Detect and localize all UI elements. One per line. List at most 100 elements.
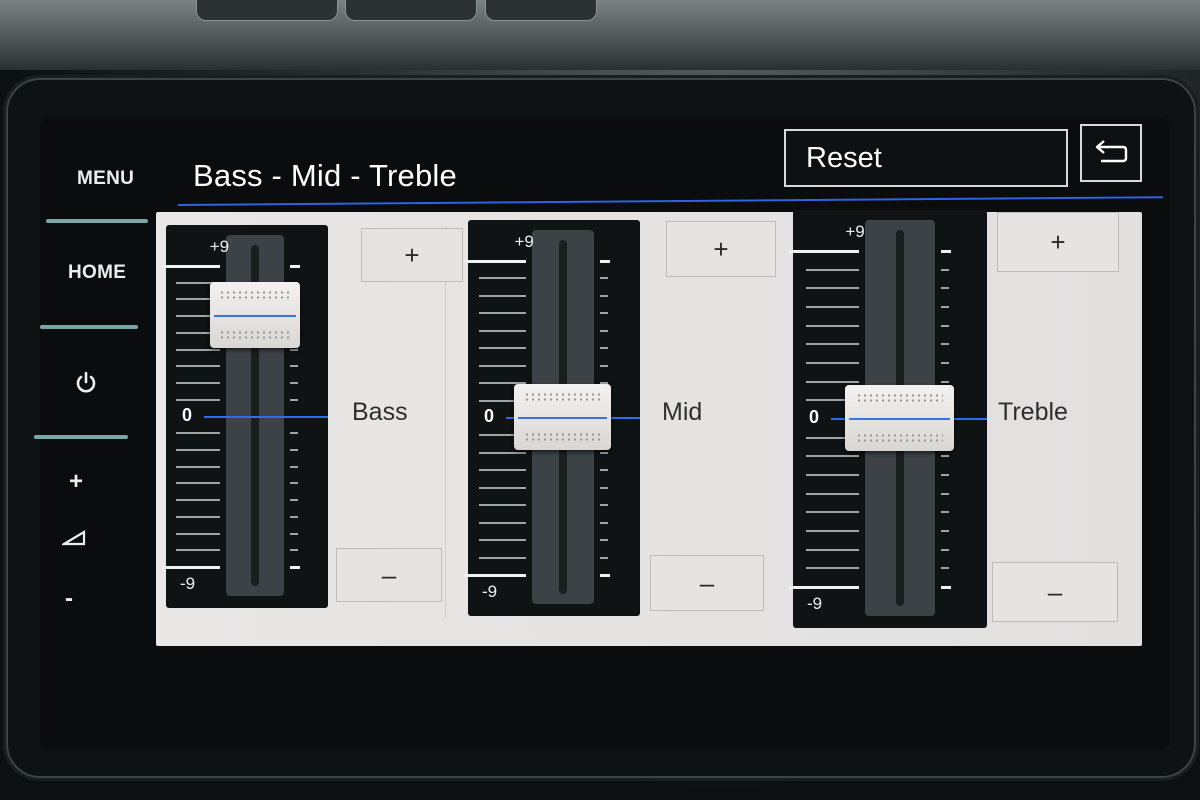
power-button[interactable] — [73, 370, 99, 402]
scale-tick — [479, 556, 526, 559]
scale-tick — [479, 539, 526, 542]
scale-min-label: -9 — [180, 574, 196, 593]
fader-treble[interactable]: 0 +9 -9 — [788, 210, 987, 628]
scale-tick — [806, 492, 859, 495]
scale-tick — [599, 451, 608, 454]
scale-tick — [290, 448, 299, 451]
scale-tick — [940, 548, 949, 551]
scale-tick — [806, 343, 859, 346]
band-label-bass: Bass — [352, 398, 408, 426]
dashboard-control — [196, 0, 338, 21]
scale-tick — [290, 549, 299, 552]
scale-tick — [290, 532, 299, 535]
scale-tick — [479, 451, 526, 454]
minus-button-bass[interactable]: – — [336, 548, 442, 602]
plus-button-bass[interactable]: + — [361, 228, 463, 282]
scale-tick — [161, 566, 220, 569]
scale-tick — [940, 530, 949, 532]
scale-tick — [479, 486, 526, 489]
zero-line — [204, 415, 328, 418]
plus-button-mid[interactable]: + — [666, 221, 776, 277]
scale-tick — [599, 574, 610, 577]
fader-bass[interactable]: 0 +9 -9 — [161, 225, 328, 608]
knob-center-line — [849, 418, 950, 420]
scale-tick — [176, 365, 220, 368]
scale-tick — [176, 532, 220, 535]
scale-tick — [806, 362, 859, 364]
scale-tick — [599, 312, 608, 315]
volume-icon — [60, 530, 86, 546]
knob-grip — [524, 392, 602, 402]
dashboard-control — [485, 0, 597, 21]
scale-tick — [290, 265, 301, 268]
scale-tick — [940, 287, 949, 290]
scale-tick — [176, 398, 220, 401]
scale-tick — [176, 448, 220, 451]
home-divider — [40, 325, 138, 329]
band-label-treble: Treble — [998, 398, 1068, 426]
reset-button[interactable]: Reset — [784, 129, 1068, 187]
knob-center-line — [518, 417, 607, 419]
scale-tick — [479, 277, 526, 280]
scale-tick — [599, 329, 608, 332]
scale-tick — [940, 324, 949, 327]
scale-tick — [806, 287, 859, 290]
scale-tick — [290, 482, 299, 485]
scale-tick — [479, 504, 526, 507]
scale-tick — [599, 504, 608, 507]
fader-mid[interactable]: 0 +9 -9 — [463, 220, 640, 616]
scale-tick — [479, 347, 526, 350]
scale-tick — [290, 432, 299, 435]
band-label-mid: Mid — [662, 398, 703, 426]
scale-min-label: -9 — [482, 582, 498, 601]
home-button[interactable]: HOME — [68, 262, 126, 284]
scale-tick — [479, 329, 526, 332]
scale-tick — [940, 474, 949, 476]
scale-tick — [806, 268, 859, 271]
scale-tick — [599, 260, 610, 263]
scale-tick — [940, 455, 949, 458]
volume-down-button[interactable]: - — [65, 585, 73, 613]
scale-tick — [806, 511, 859, 514]
scale-tick — [290, 398, 299, 401]
scale-tick — [290, 515, 299, 518]
power-icon — [76, 371, 96, 393]
scale-max-label: +9 — [209, 237, 230, 256]
power-divider — [34, 435, 128, 439]
scale-tick — [806, 530, 859, 532]
scale-tick — [479, 312, 526, 315]
scale-tick — [161, 265, 220, 268]
scale-tick — [806, 548, 859, 551]
scale-tick — [599, 521, 608, 524]
scale-tick — [176, 515, 220, 518]
fader-knob[interactable] — [845, 385, 954, 451]
minus-button-treble[interactable]: – — [992, 562, 1118, 622]
scale-tick — [788, 250, 859, 253]
plus-button-treble[interactable]: + — [997, 212, 1119, 272]
scale-tick — [599, 347, 608, 350]
scale-tick — [599, 294, 608, 297]
scale-tick — [290, 499, 299, 502]
menu-button[interactable]: MENU — [77, 168, 134, 190]
scale-tick — [940, 362, 949, 364]
minus-button-mid[interactable]: – — [650, 555, 764, 611]
scale-tick — [940, 306, 949, 308]
scale-tick — [176, 499, 220, 502]
scale-tick — [599, 277, 608, 280]
back-button[interactable] — [1080, 124, 1142, 182]
scale-tick — [940, 492, 949, 495]
fader-knob[interactable] — [514, 384, 611, 450]
page-title: Bass - Mid - Treble — [193, 158, 457, 193]
reset-button-label: Reset — [806, 141, 882, 174]
volume-up-button[interactable]: + — [69, 468, 83, 496]
knob-grip — [218, 330, 292, 341]
scale-tick — [479, 294, 526, 297]
zero-label: 0 — [809, 407, 820, 427]
scale-tick — [806, 455, 859, 458]
scale-tick — [176, 465, 220, 468]
scale-tick — [806, 567, 859, 570]
scale-tick — [806, 380, 859, 383]
scale-tick — [290, 465, 299, 468]
fader-knob[interactable] — [209, 282, 301, 349]
scale-tick — [463, 574, 526, 577]
